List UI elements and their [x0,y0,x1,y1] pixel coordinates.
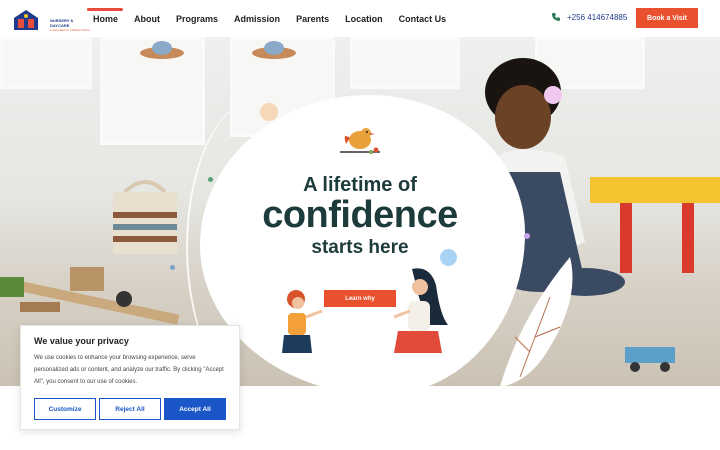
nav-item-home[interactable]: Home [87,8,123,24]
phone-icon [552,13,560,21]
logo-tagline: a Jumpstart to a Better Future [50,28,90,32]
bird-illustration-icon [340,128,380,154]
logo-emblem-icon [14,10,38,30]
cookie-description: We use cookies to enhance your browsing … [34,355,224,385]
nav-active-indicator [87,8,123,11]
nav-item-label: Home [93,14,119,24]
cookie-title: We value your privacy [34,336,129,346]
nav-item-label: Contact Us [398,14,447,24]
site-header: NURSERY & DAYCARE a Jumpstart to a Bette… [0,0,720,37]
nav-item-admission[interactable]: Admission [234,14,280,24]
decorative-dot [260,103,278,121]
page: NURSERY & DAYCARE a Jumpstart to a Bette… [0,0,720,450]
leaf-branch-decoration-icon [500,257,573,386]
hero-headline-line3: starts here [311,237,409,258]
main-nav: Home About Programs Admission Parents Lo… [87,8,462,24]
nav-item-contact[interactable]: Contact Us [399,14,447,24]
book-visit-button[interactable]: Book a Visit [636,8,698,28]
decorative-dot [170,265,175,270]
nav-item-label: Programs [176,14,219,24]
customize-button[interactable]: Customize [34,398,96,420]
cookie-consent-banner: We value your privacy We use cookies to … [20,325,240,430]
nav-item-label: Location [345,14,383,24]
decorative-dot [208,177,213,182]
ufo-decoration-icon [252,41,296,59]
ufo-decoration-icon [140,41,184,59]
nav-item-programs[interactable]: Programs [176,14,218,24]
accept-all-button[interactable]: Accept All [164,398,226,420]
nav-item-label: About [134,14,161,24]
nav-item-location[interactable]: Location [345,14,383,24]
nav-item-about[interactable]: About [134,14,160,24]
reject-all-button[interactable]: Reject All [99,398,161,420]
mother-child-illustration-icon [282,268,448,353]
phone-link[interactable]: +256 414674885 [551,12,627,22]
background-window [0,37,92,89]
logo-name: NURSERY & DAYCARE [50,18,74,28]
decorative-dot [524,233,530,239]
phone-number: +256 414674885 [567,12,628,22]
logo[interactable]: NURSERY & DAYCARE a Jumpstart to a Bette… [12,8,90,32]
bag-decoration-icon [113,180,177,254]
toy-car-icon [625,347,675,372]
toy-table-icon [590,177,720,273]
cookie-button-group: Customize Reject All Accept All [34,398,229,420]
decorative-dot [544,86,562,104]
nav-item-label: Admission [234,14,281,24]
nav-item-parents[interactable]: Parents [296,14,329,24]
background-window [350,37,460,89]
nav-item-label: Parents [296,14,330,24]
hero-headline-line2: confidence [262,194,458,236]
